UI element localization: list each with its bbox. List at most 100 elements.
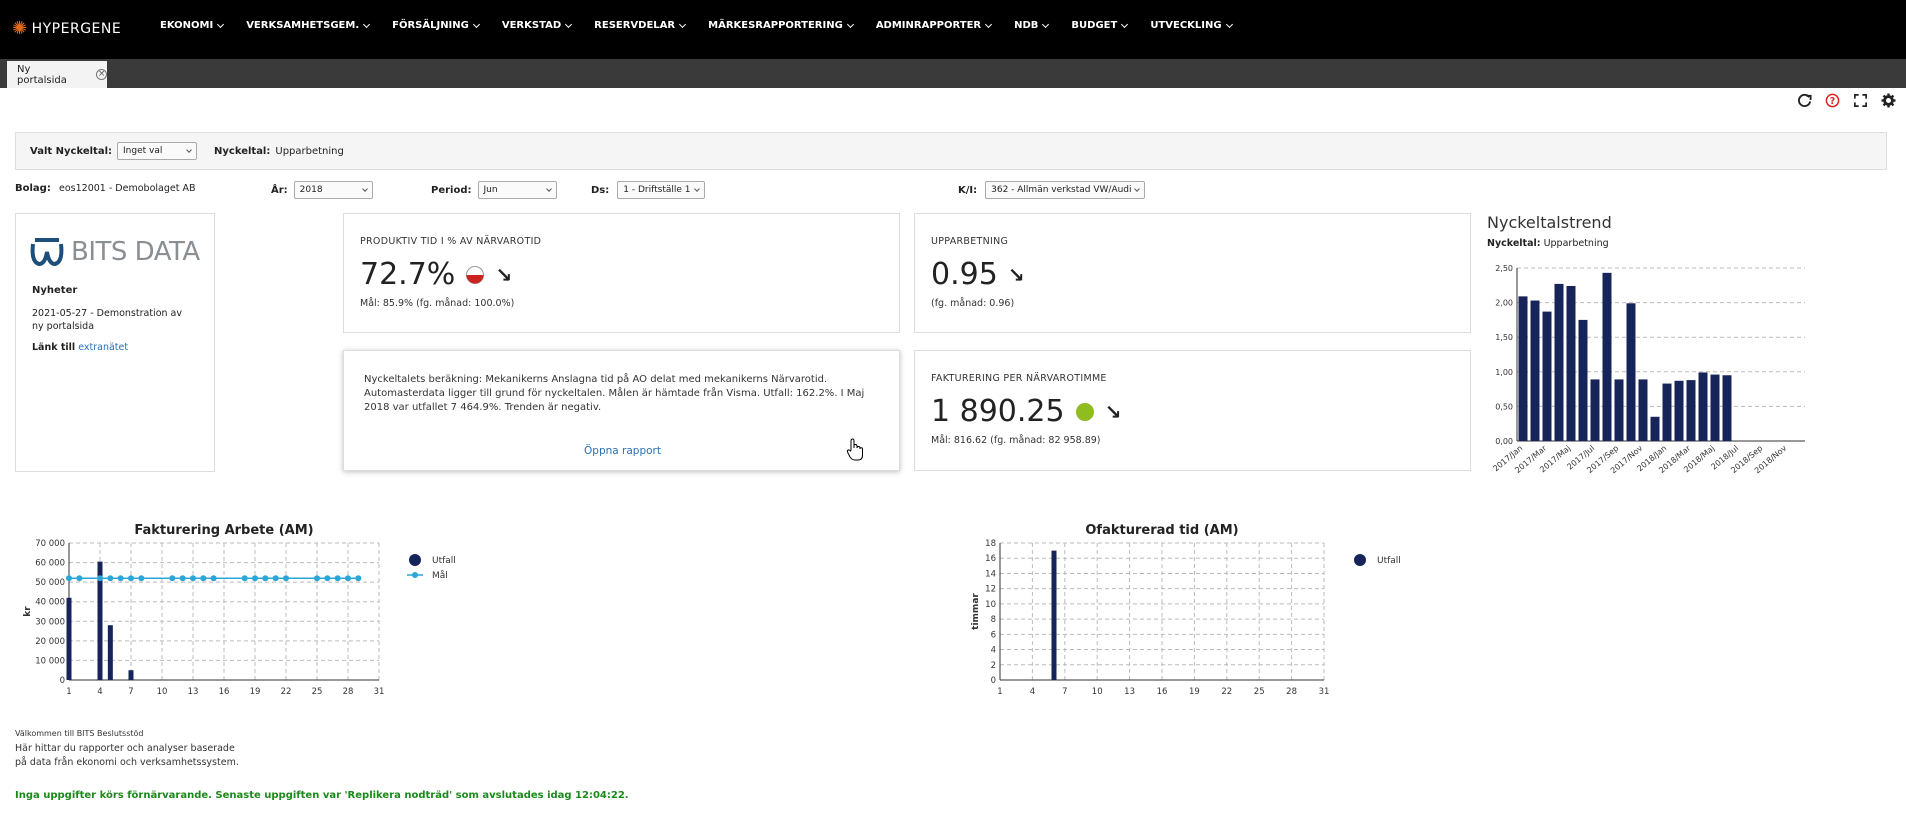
kpi-value: 72.7% <box>360 257 456 292</box>
legend-label: Utfall <box>432 556 456 566</box>
legend-marker-dot <box>412 572 418 578</box>
kpi-upparbetning-card[interactable]: UPPARBETNING 0.95 ↘ (fg. månad: 0.96) <box>914 213 1471 333</box>
help-icon[interactable]: ? <box>1825 93 1840 108</box>
y-tick-label: 18 <box>985 539 996 549</box>
nav-item-adminrapporter[interactable]: ADMINRAPPORTER <box>875 20 993 31</box>
oppna-rapport-link[interactable]: Öppna rapport <box>344 445 901 457</box>
y-tick-label: 2 <box>991 661 996 671</box>
trend-down-arrow-icon: ↘ <box>1104 399 1122 424</box>
nav-label: VERKSAMHETSGEM. <box>246 20 360 31</box>
welcome-title: Välkommen till BITS Beslutsstöd <box>15 729 144 738</box>
ki-select[interactable]: 362 - Allmän verkstad VW/Audi <box>985 181 1146 199</box>
nav-label: ADMINRAPPORTER <box>875 20 982 31</box>
mal-point <box>210 575 217 582</box>
trend-bar <box>1518 296 1528 441</box>
trend-title: Nyckeltalstrend <box>1487 213 1612 232</box>
hypergene-logo[interactable]: ✺ HYPERGENE <box>12 18 121 40</box>
x-tick-label: 28 <box>343 687 354 697</box>
y-tick-label: 0 <box>991 676 996 686</box>
gear-icon[interactable] <box>1881 93 1896 108</box>
y-tick-label: 20 000 <box>35 637 65 647</box>
ds-value: 1 - Driftställe 1 <box>623 185 691 195</box>
param-ar: År: 2018 <box>271 181 373 199</box>
welcome-text: Här hittar du rapporter och analyser bas… <box>15 743 239 768</box>
tab-ny-portalsida[interactable]: Ny portalsida × <box>7 61 107 88</box>
kpi-produktiv-tid-card[interactable]: PRODUKTIV TID I % AV NÄRVAROTID 72.7% ↘ … <box>343 213 900 333</box>
trend-bar <box>1578 319 1588 441</box>
param-bolag: Bolag: eos12001 - Demobolaget AB <box>15 183 195 194</box>
mal-point <box>241 575 248 582</box>
y-tick-label: 50 000 <box>35 578 65 588</box>
trend-panel: Nyckeltalstrend Nyckeltal: Upparbetning <box>1487 213 1847 249</box>
period-value: Jun <box>483 185 498 195</box>
news-item: 2021-05-27 - Demonstration av ny portals… <box>32 308 182 332</box>
kpi-title: FAKTURERING PER NÄRVAROTIMME <box>931 373 1107 384</box>
hand-cursor-icon <box>846 438 863 461</box>
news-heading: Nyheter <box>32 285 78 296</box>
nav-item-verksamhetsgem[interactable]: VERKSAMHETSGEM. <box>246 20 371 31</box>
ar-select[interactable]: 2018 <box>293 181 373 199</box>
chart-title: Ofakturerad tid (AM) <box>1085 523 1238 538</box>
x-tick-label: 13 <box>1124 687 1135 697</box>
trend-bar <box>1674 380 1684 441</box>
x-tick-label: 28 <box>1286 687 1297 697</box>
chevron-down-icon <box>361 185 368 192</box>
kpi-sub: Mål: 85.9% (fg. månad: 100.0%) <box>360 298 515 309</box>
nyckeltal-label: Nyckeltal: <box>214 145 271 157</box>
utfall-bar <box>128 670 134 680</box>
trend-bar <box>1614 379 1624 441</box>
x-tick-label: 31 <box>1319 687 1330 697</box>
mal-point <box>314 575 320 582</box>
chevron-down-icon <box>1121 20 1129 28</box>
trend-bar <box>1650 416 1660 441</box>
mal-point <box>334 575 341 582</box>
kpi-value: 0.95 <box>931 257 998 292</box>
mal-point <box>345 575 351 582</box>
chevron-down-icon <box>472 20 480 28</box>
sun-icon: ✺ <box>12 18 28 39</box>
logo-text: HYPERGENE <box>31 21 122 37</box>
nav-item-utveckling[interactable]: UTVECKLING <box>1150 20 1233 31</box>
kpi-fakturering-card[interactable]: FAKTURERING PER NÄRVAROTIMME 1 890.25 ↘ … <box>914 350 1471 471</box>
x-tick-label: 4 <box>1030 687 1035 697</box>
nav-item-försäljning[interactable]: FÖRSÄLJNING <box>392 20 480 31</box>
chevron-down-icon <box>1134 185 1140 192</box>
chart-title: Fakturering Arbete (AM) <box>134 523 313 538</box>
chevron-down-icon <box>985 20 993 28</box>
close-icon[interactable]: × <box>96 69 107 80</box>
nav-item-ndb[interactable]: NDB <box>1014 20 1050 31</box>
nav-item-budget[interactable]: BUDGET <box>1071 20 1129 31</box>
mal-point <box>97 575 103 582</box>
mal-point <box>190 575 196 582</box>
y-tick-label: 2,50 <box>1495 264 1513 273</box>
chevron-down-icon <box>545 185 552 192</box>
y-tick-label: 10 <box>985 600 996 610</box>
refresh-icon[interactable] <box>1797 93 1812 108</box>
nav-label: VERKSTAD <box>501 20 562 31</box>
filter-bar: Valt Nyckeltal: Inget val Nyckeltal: Upp… <box>15 132 1887 170</box>
mal-point <box>117 575 124 582</box>
ds-select[interactable]: 1 - Driftställe 1 <box>617 181 706 199</box>
x-tick-label: 13 <box>188 687 199 697</box>
trend-sub-label: Nyckeltal: <box>1487 238 1541 249</box>
valt-nyckeltal-select[interactable]: Inget val <box>117 142 197 160</box>
mal-point <box>200 575 207 582</box>
mal-point <box>355 575 362 582</box>
ki-label: K/I: <box>958 184 978 196</box>
nav-item-verkstad[interactable]: VERKSTAD <box>501 20 573 31</box>
period-select[interactable]: Jun <box>477 181 557 199</box>
extranatet-link[interactable]: extranätet <box>78 342 128 353</box>
mal-point <box>324 575 331 582</box>
kpi-sub: (fg. månad: 0.96) <box>931 298 1015 309</box>
y-tick-label: 12 <box>985 585 996 595</box>
chevron-down-icon <box>1042 20 1050 28</box>
bits-logo-icon <box>30 238 64 267</box>
nav-item-märkesrapportering[interactable]: MÄRKESRAPPORTERING <box>708 20 854 31</box>
chevron-down-icon <box>694 185 701 192</box>
x-tick-label: 19 <box>1189 687 1200 697</box>
fullscreen-icon[interactable] <box>1853 93 1868 108</box>
y-tick-label: 10 000 <box>35 656 65 666</box>
nav-item-ekonomi[interactable]: EKONOMI <box>160 20 225 31</box>
kpi-sub: Mål: 816.62 (fg. månad: 82 958.89) <box>931 435 1101 446</box>
nav-item-reservdelar[interactable]: RESERVDELAR <box>594 20 687 31</box>
